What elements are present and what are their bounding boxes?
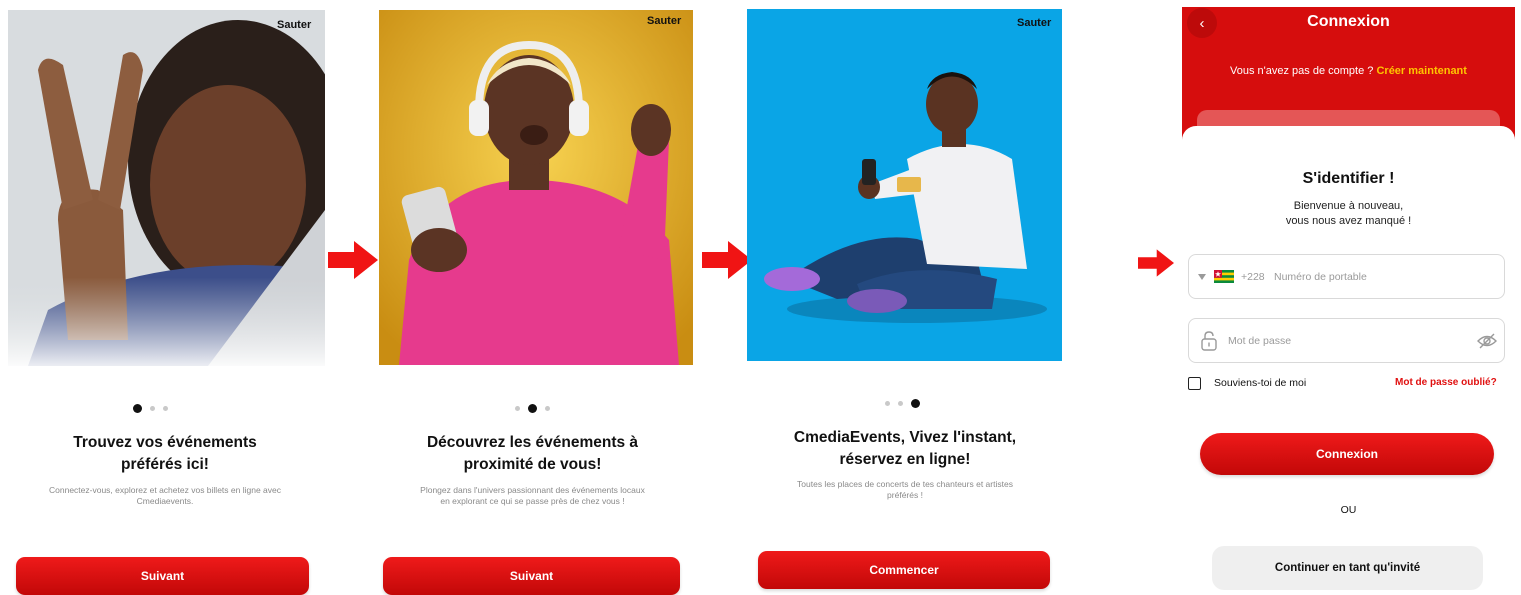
lock-icon xyxy=(1201,331,1217,351)
dropdown-caret-icon[interactable] xyxy=(1198,274,1206,280)
login-button[interactable]: Connexion xyxy=(1200,433,1494,475)
remember-me-label: Souviens-toi de moi xyxy=(1214,377,1307,389)
page-dot xyxy=(910,399,920,408)
start-button[interactable]: Commencer xyxy=(758,551,1050,589)
guest-button[interactable]: Continuer en tant qu'invité xyxy=(1212,546,1483,590)
eye-off-icon[interactable] xyxy=(1477,333,1497,349)
phone-field[interactable]: +228 Numéro de portable xyxy=(1188,254,1505,299)
create-account-link[interactable]: Créer maintenant xyxy=(1376,65,1466,77)
country-code: +228 xyxy=(1241,271,1265,283)
pagination-dots xyxy=(862,399,942,408)
pagination-dots xyxy=(110,404,190,413)
next-button[interactable]: Suivant xyxy=(16,557,309,595)
separator-text: OU xyxy=(1340,504,1357,516)
phone-input[interactable]: Numéro de portable xyxy=(1274,271,1367,283)
skip-button[interactable]: Sauter xyxy=(1017,17,1051,29)
page-dot xyxy=(514,406,520,411)
onboarding-photo-1 xyxy=(8,10,325,366)
password-field[interactable]: Mot de passe xyxy=(1188,318,1505,363)
welcome-line: Bienvenue à nouveau, xyxy=(1293,200,1404,212)
onboarding-photo-3 xyxy=(747,9,1062,361)
page-dot xyxy=(162,406,168,411)
skip-button[interactable]: Sauter xyxy=(277,19,311,31)
onboarding-title: Trouvez vos événements préférés ici! xyxy=(73,434,257,473)
no-account-prompt: Vous n'avez pas de compte ? Créer mainte… xyxy=(1182,65,1515,77)
remember-me-checkbox[interactable] xyxy=(1188,377,1201,390)
page-dot xyxy=(897,401,903,406)
onboarding-description: Connectez-vous, explorez et achetez vos … xyxy=(49,485,281,506)
welcome-line: vous nous avez manqué ! xyxy=(1285,215,1412,227)
togo-flag-icon xyxy=(1214,270,1234,283)
skip-button[interactable]: Sauter xyxy=(647,15,681,27)
onboarding-title: CmediaEvents, Vivez l'instant, réservez … xyxy=(793,429,1017,468)
page-dot xyxy=(544,406,550,411)
onboarding-photo-2 xyxy=(379,10,693,365)
pagination-dots xyxy=(492,404,572,413)
flow-arrow-icon xyxy=(328,241,378,279)
page-dot xyxy=(149,406,155,411)
flow-arrow-icon xyxy=(1138,249,1174,277)
header-title: Connexion xyxy=(1307,13,1390,30)
page-dot xyxy=(132,404,142,413)
next-button[interactable]: Suivant xyxy=(383,557,680,595)
forgot-password-link[interactable]: Mot de passe oublié? xyxy=(1395,377,1497,388)
onboarding-title: Découvrez les événements à proximité de … xyxy=(426,434,639,473)
login-title: S'identifier ! xyxy=(1302,170,1395,187)
flow-arrow-icon xyxy=(702,241,752,279)
page-dot xyxy=(527,404,537,413)
onboarding-description: Toutes les places de concerts de tes cha… xyxy=(797,479,1013,500)
no-account-text: Vous n'avez pas de compte ? xyxy=(1230,65,1374,77)
page-dot xyxy=(884,401,890,406)
password-input[interactable]: Mot de passe xyxy=(1228,335,1291,347)
onboarding-description: Plongez dans l'univers passionnant des é… xyxy=(420,485,645,506)
welcome-message: Bienvenue à nouveau, vous nous avez manq… xyxy=(1182,199,1515,229)
